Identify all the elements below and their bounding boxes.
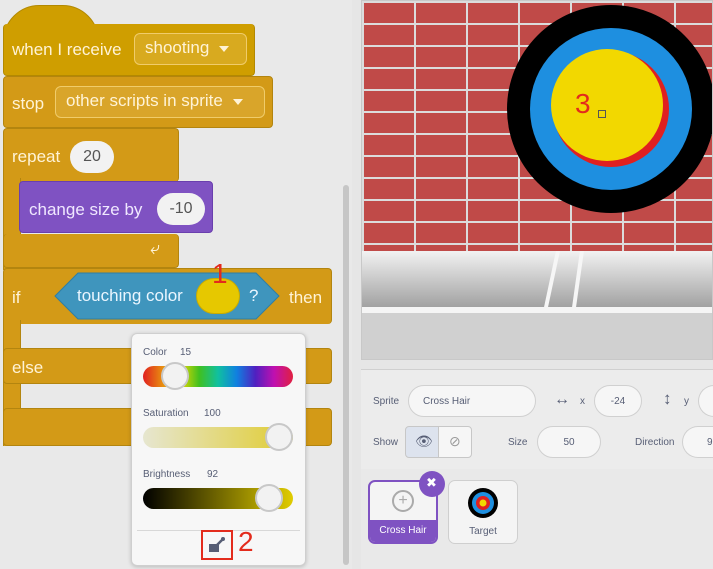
change-size-input[interactable]: -10 (157, 193, 205, 225)
road (362, 313, 712, 359)
change-size-label: change size by (29, 200, 143, 219)
change-size-block[interactable]: change size by -10 (19, 181, 213, 233)
crosshair-thumbnail-icon: + (392, 490, 414, 512)
saturation-slider[interactable] (143, 423, 293, 451)
touching-color-block[interactable]: touching color ? (54, 272, 280, 320)
code-scrollbar[interactable] (343, 185, 349, 565)
when-i-receive-body[interactable]: when I receive shooting (3, 24, 255, 76)
x-position-value: -24 (610, 396, 626, 407)
sprite-name-bar: Cross Hair (370, 520, 436, 542)
message-dropdown-value: shooting (145, 38, 210, 57)
sprite-label: Sprite (373, 396, 400, 407)
question-mark-label: ? (249, 286, 259, 305)
size-value: 50 (563, 437, 575, 448)
sprite-tile-label: Cross Hair (379, 525, 427, 536)
eyedropper-button[interactable] (201, 530, 233, 560)
y-label: y (684, 396, 689, 407)
repeat-foot[interactable]: ⤶ (3, 234, 179, 268)
size-label: Size (508, 437, 528, 448)
color-slider-knob[interactable] (161, 362, 190, 390)
then-label: then (289, 288, 323, 307)
eye-icon: 👁 (415, 433, 433, 449)
stop-block[interactable]: stop other scripts in sprite (3, 76, 273, 128)
direction-value: 9 (707, 437, 713, 448)
size-field[interactable]: 50 (537, 426, 601, 458)
sprite-tile-target[interactable]: Target (448, 480, 518, 544)
annotation-2: 2 (238, 526, 254, 557)
y-position-icon: ↕ (663, 389, 672, 408)
loop-arrow-icon: ⤶ (150, 238, 161, 258)
chevron-down-icon (219, 45, 230, 52)
color-value: 15 (180, 347, 192, 358)
else-label: else (12, 358, 44, 377)
trash-icon: ✖ (426, 475, 437, 490)
x-position-field[interactable]: -24 (594, 385, 642, 417)
stop-option-value: other scripts in sprite (66, 91, 223, 110)
x-label: x (580, 396, 585, 407)
when-i-receive-label: when I receive (12, 40, 122, 59)
x-position-icon: ↔ (554, 391, 570, 408)
sprite-tile-label: Target (469, 526, 497, 537)
pavement (362, 251, 712, 311)
color-label: Color (143, 347, 167, 358)
show-label: Show (373, 437, 399, 448)
chevron-down-icon (232, 98, 243, 105)
annotation-3: 3 (575, 88, 591, 119)
color-slider[interactable] (143, 362, 293, 390)
saturation-value: 100 (204, 408, 221, 419)
brightness-slider-knob[interactable] (255, 484, 284, 512)
else-empty-slot (21, 386, 131, 406)
annotation-1: 1 (212, 258, 228, 289)
direction-field[interactable]: 9 (682, 426, 713, 458)
delete-sprite-button[interactable]: ✖ (419, 471, 445, 497)
stop-label: stop (12, 94, 45, 113)
repeat-count-input[interactable]: 20 (70, 141, 114, 173)
sprite-list: + Cross Hair ✖ Target (361, 469, 713, 569)
direction-label: Direction (635, 437, 675, 448)
show-visible-button[interactable]: 👁 (405, 426, 439, 458)
show-hidden-button[interactable]: ⊘ (438, 426, 472, 458)
repeat-block[interactable]: repeat 20 (3, 128, 179, 182)
brightness-label: Brightness (143, 469, 191, 480)
touching-color-label: touching color (77, 286, 183, 305)
message-dropdown[interactable]: shooting (134, 33, 247, 65)
eyedropper-icon (209, 537, 225, 552)
if-empty-slot (21, 324, 131, 344)
if-label: if (12, 288, 21, 307)
eye-slash-icon: ⊘ (449, 433, 461, 449)
sprite-name-value: Cross Hair (423, 396, 471, 407)
target-thumbnail-icon (468, 488, 498, 518)
color-picker-popup[interactable]: Color 15 Saturation 100 Brightness 92 2 (131, 333, 306, 566)
sprite-info-panel: Sprite Cross Hair ↔ x -24 ↕ y Show 👁 ⊘ S… (361, 369, 713, 470)
crosshair-sprite[interactable] (598, 110, 606, 118)
stop-option-dropdown[interactable]: other scripts in sprite (55, 86, 265, 118)
saturation-slider-knob[interactable] (265, 423, 293, 451)
saturation-label: Saturation (143, 408, 189, 419)
repeat-label: repeat (12, 147, 61, 166)
target-sprite[interactable] (503, 4, 713, 220)
sprite-name-field[interactable]: Cross Hair (408, 385, 536, 417)
brightness-value: 92 (207, 469, 219, 480)
stage[interactable]: 3 (361, 0, 713, 360)
y-position-field[interactable] (698, 385, 713, 417)
brightness-slider[interactable] (143, 484, 293, 512)
